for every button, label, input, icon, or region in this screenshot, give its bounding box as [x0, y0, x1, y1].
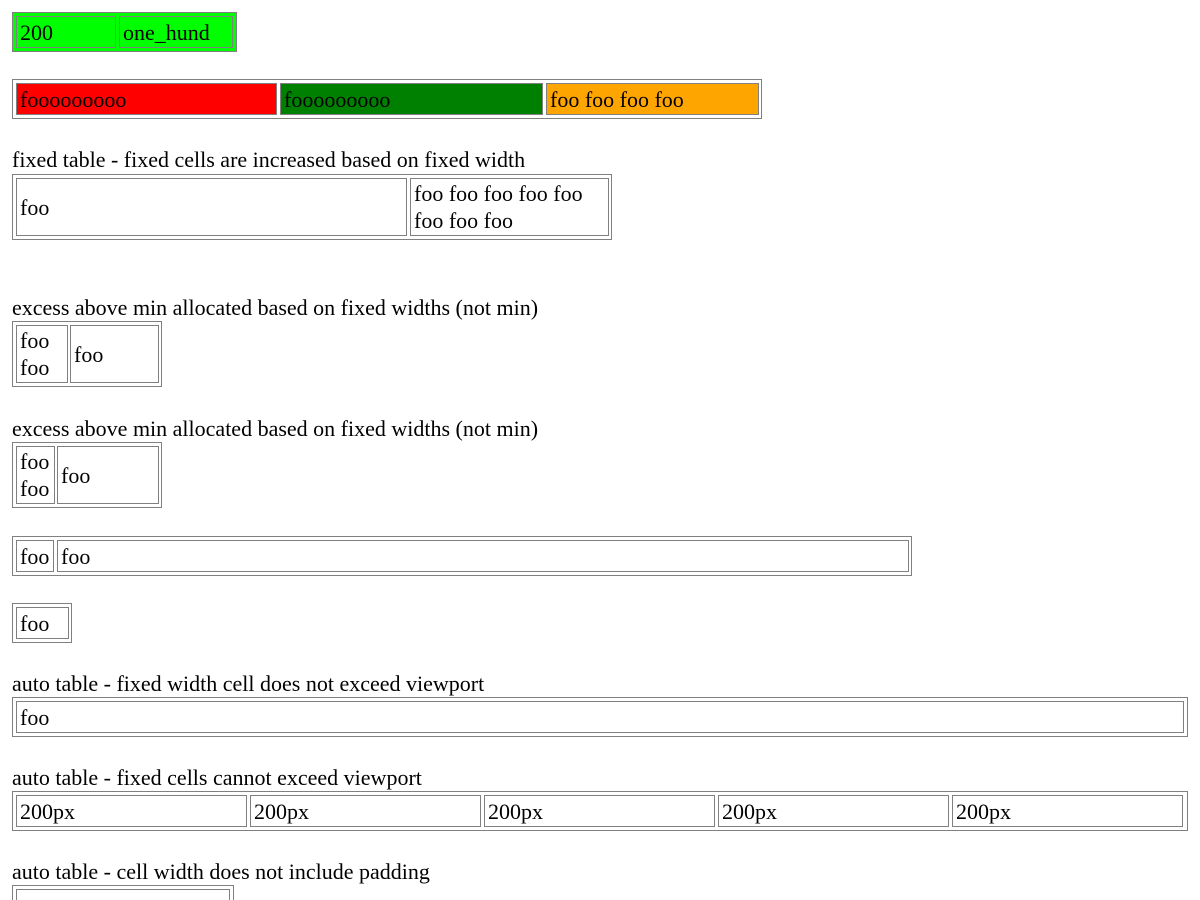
table-3: foo foo foo foo foo foo foo foo foo — [12, 174, 612, 240]
table-4-caption: excess above min allocated based on fixe… — [12, 295, 539, 320]
table-9-caption: auto table - fixed cells cannot exceed v… — [12, 765, 422, 790]
table-5-cell-1: foo foo — [16, 446, 55, 504]
table-3-cell-1: foo — [16, 178, 407, 236]
table-10 — [12, 885, 234, 900]
table-9: 200px 200px 200px 200px 200px — [12, 791, 1188, 831]
table-5-caption: excess above min allocated based on fixe… — [12, 416, 539, 441]
table-2-cell-orange: foo foo foo foo — [546, 83, 759, 115]
table-6-cell-1: foo — [16, 540, 54, 572]
table-1: 200 one_hund — [12, 12, 237, 52]
table-7-cell-1: foo — [16, 607, 69, 639]
table-10-caption: auto table - cell width does not include… — [12, 859, 430, 884]
table-4-cell-2: foo — [70, 325, 159, 383]
table-9-cell-1: 200px — [16, 795, 247, 827]
table-9-cell-2: 200px — [250, 795, 481, 827]
table-3-caption: fixed table - fixed cells are increased … — [12, 147, 526, 172]
table-5: foo foo foo — [12, 442, 162, 508]
table-4-cell-1: foo foo — [16, 325, 68, 383]
table-2-cell-red: fooooooooo — [16, 83, 277, 115]
table-9-cell-4: 200px — [718, 795, 949, 827]
table-3-cell-2: foo foo foo foo foo foo foo foo — [410, 178, 609, 236]
table-1-cell-2: one_hund — [119, 16, 233, 48]
table-6: foo foo — [12, 536, 912, 576]
table-8-caption: auto table - fixed width cell does not e… — [12, 671, 485, 696]
table-4: foo foo foo — [12, 321, 162, 387]
table-10-cell-1 — [16, 889, 230, 900]
table-8-cell-1: foo — [16, 701, 1184, 733]
table-2: fooooooooo fooooooooo foo foo foo foo — [12, 79, 762, 119]
table-6-cell-2: foo — [57, 540, 909, 572]
table-8: foo — [12, 697, 1188, 737]
table-5-cell-2: foo — [57, 446, 159, 504]
table-9-cell-3: 200px — [484, 795, 715, 827]
table-2-cell-green: fooooooooo — [280, 83, 543, 115]
table-9-cell-5: 200px — [952, 795, 1183, 827]
table-7: foo — [12, 603, 72, 643]
table-1-cell-1: 200 — [16, 16, 116, 48]
